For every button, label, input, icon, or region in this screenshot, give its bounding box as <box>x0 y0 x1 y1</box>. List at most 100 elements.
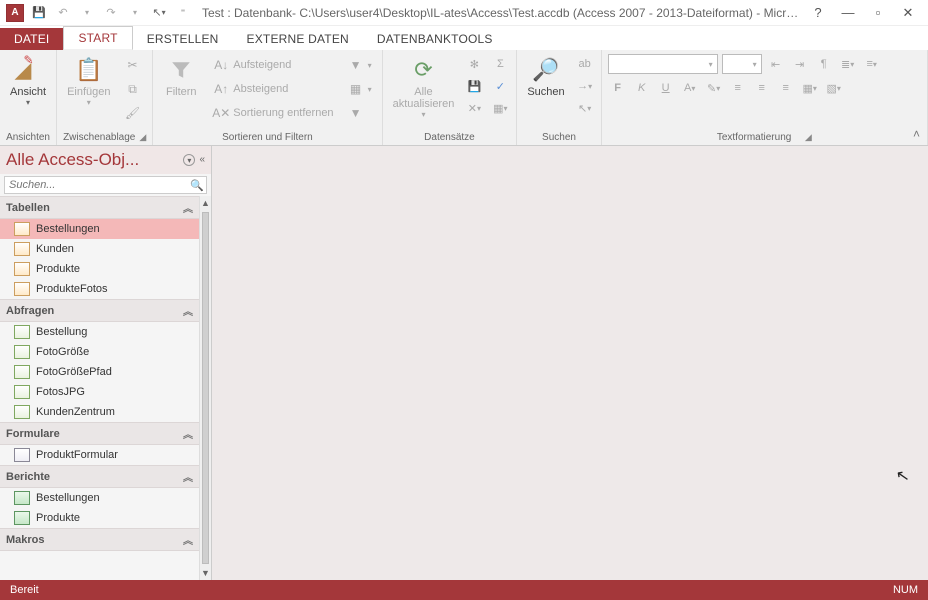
tab-erstellen[interactable]: ERSTELLEN <box>133 28 233 50</box>
restore-button[interactable]: ▫ <box>868 5 888 21</box>
cut-button[interactable]: ✂ <box>121 54 145 76</box>
font-size-combo[interactable]: ▾ <box>722 54 762 74</box>
ansicht-button[interactable]: ◢✎ Ansicht ▾ <box>6 54 50 109</box>
replace-icon: ab <box>579 58 591 70</box>
text-direction-button[interactable]: ¶ <box>814 54 834 74</box>
redo-button[interactable]: ↷ <box>100 2 122 24</box>
tab-datenbanktools[interactable]: DATENBANKTOOLS <box>363 28 507 50</box>
save-record-button[interactable]: 💾 <box>464 76 484 96</box>
category-makros[interactable]: Makros︽ <box>0 528 199 551</box>
tab-datei[interactable]: DATEI <box>0 28 63 50</box>
goto-icon: → <box>577 80 588 92</box>
selection-filter-button[interactable]: ▼▾ <box>344 54 376 76</box>
search-button[interactable]: 🔍 <box>188 177 206 193</box>
undo-icon: ↶ <box>58 6 67 19</box>
align-center-icon: ≡ <box>758 82 764 94</box>
minimize-button[interactable]: — <box>838 5 858 21</box>
indent-inc-icon: ⇥ <box>795 58 804 71</box>
totals-button[interactable]: Σ <box>490 54 510 74</box>
filter-toggle-icon: ▼ <box>348 105 364 121</box>
dialog-launcher-icon[interactable]: ◢ <box>139 132 146 143</box>
close-button[interactable]: ✕ <box>898 5 918 21</box>
highlight-button[interactable]: ✎▾ <box>704 78 724 98</box>
tab-start[interactable]: START <box>63 26 132 50</box>
customize-button[interactable]: ↖▾ <box>148 2 170 24</box>
toggle-filter-button[interactable]: ▼ <box>344 102 376 124</box>
redo-dropdown[interactable]: ▾ <box>124 2 146 24</box>
alle-aktualisieren-button[interactable]: ⟳ Alleaktualisieren ▾ <box>389 54 459 121</box>
filtern-button[interactable]: Filtern <box>159 54 203 100</box>
einfuegen-button[interactable]: 📋 Einfügen ▾ <box>63 54 114 109</box>
copy-button[interactable]: ⧉ <box>121 78 145 100</box>
tab-externe-daten[interactable]: EXTERNE DATEN <box>233 28 363 50</box>
highlight-icon: ✎ <box>707 82 716 95</box>
form-icon <box>14 448 30 462</box>
category-tabellen[interactable]: Tabellen︽ <box>0 196 199 219</box>
nav-header[interactable]: Alle Access-Obj... ▾ « <box>0 146 211 174</box>
status-left: Bereit <box>10 584 39 596</box>
underline-button[interactable]: U <box>656 78 676 98</box>
app-icon[interactable]: A <box>4 2 26 24</box>
undo-dropdown[interactable]: ▾ <box>76 2 98 24</box>
advanced-filter-button[interactable]: ▦▾ <box>344 78 376 100</box>
save-button[interactable]: 💾 <box>28 2 50 24</box>
scroll-down-icon[interactable]: ▼ <box>200 566 211 580</box>
more-records-button[interactable]: ▦▾ <box>490 98 510 118</box>
query-icon <box>14 325 30 339</box>
category-berichte[interactable]: Berichte︽ <box>0 465 199 488</box>
italic-button[interactable]: K <box>632 78 652 98</box>
new-record-button[interactable]: ✻ <box>464 54 484 74</box>
dialog-launcher-icon[interactable]: ◢ <box>805 132 812 143</box>
search-input[interactable] <box>5 177 188 193</box>
numbering-button[interactable]: ≡▾ <box>862 54 882 74</box>
nav-item-kunden[interactable]: Kunden <box>0 239 199 259</box>
absteigend-button[interactable]: A↑Absteigend <box>209 78 337 100</box>
font-color-button[interactable]: A▾ <box>680 78 700 98</box>
delete-record-button[interactable]: ✕▾ <box>464 98 484 118</box>
spelling-button[interactable]: ✓ <box>490 76 510 96</box>
indent-decrease-button[interactable]: ⇤ <box>766 54 786 74</box>
format-painter-button[interactable]: 🖌 <box>121 102 145 124</box>
nav-scrollbar[interactable]: ▲ ▼ <box>199 196 211 580</box>
replace-button[interactable]: ab <box>575 54 595 74</box>
nav-item-produkte[interactable]: Produkte <box>0 259 199 279</box>
nav-item-report-produkte[interactable]: Produkte <box>0 508 199 528</box>
align-left-button[interactable]: ≡ <box>728 78 748 98</box>
nav-item-fotogroesse[interactable]: FotoGröße <box>0 342 199 362</box>
fill-color-button[interactable]: ▧▾ <box>824 78 844 98</box>
scroll-thumb[interactable] <box>202 212 209 564</box>
pointer-icon: ↖ <box>152 6 161 19</box>
scroll-up-icon[interactable]: ▲ <box>200 196 211 210</box>
nav-item-report-bestellungen[interactable]: Bestellungen <box>0 488 199 508</box>
nav-item-kundenzentrum[interactable]: KundenZentrum <box>0 402 199 422</box>
sortierung-entfernen-button[interactable]: A✕Sortierung entfernen <box>209 102 337 124</box>
font-family-combo[interactable]: ▾ <box>608 54 718 74</box>
gridlines-button[interactable]: ▦▾ <box>800 78 820 98</box>
bullets-button[interactable]: ≣▾ <box>838 54 858 74</box>
qat-more-button[interactable]: ⁼ <box>172 2 194 24</box>
chevron-down-icon: ▾ <box>587 104 591 113</box>
nav-item-produktefotos[interactable]: ProdukteFotos <box>0 279 199 299</box>
nav-item-bestellungen[interactable]: Bestellungen <box>0 219 199 239</box>
goto-button[interactable]: →▾ <box>575 76 595 96</box>
nav-collapse-icon[interactable]: « <box>199 154 205 166</box>
nav-item-fotosjpg[interactable]: FotosJPG <box>0 382 199 402</box>
nav-dropdown-icon[interactable]: ▾ <box>183 154 195 166</box>
category-formulare[interactable]: Formulare︽ <box>0 422 199 445</box>
chevron-down-icon: ▾ <box>753 60 757 69</box>
undo-button[interactable]: ↶ <box>52 2 74 24</box>
nav-item-produktformular[interactable]: ProduktFormular <box>0 445 199 465</box>
suchen-button[interactable]: 🔎 Suchen <box>523 54 568 100</box>
nav-item-fotogroessepfad[interactable]: FotoGrößePfad <box>0 362 199 382</box>
aufsteigend-button[interactable]: A↓Aufsteigend <box>209 54 337 76</box>
collapse-ribbon-button[interactable]: ˄ <box>913 127 920 141</box>
category-abfragen[interactable]: Abfragen︽ <box>0 299 199 322</box>
select-button[interactable]: ↖▾ <box>575 98 595 118</box>
align-right-button[interactable]: ≡ <box>776 78 796 98</box>
nav-item-bestellung[interactable]: Bestellung <box>0 322 199 342</box>
bold-button[interactable]: F <box>608 78 628 98</box>
align-center-button[interactable]: ≡ <box>752 78 772 98</box>
indent-increase-button[interactable]: ⇥ <box>790 54 810 74</box>
nav-title: Alle Access-Obj... <box>6 150 139 170</box>
help-button[interactable]: ? <box>808 5 828 21</box>
